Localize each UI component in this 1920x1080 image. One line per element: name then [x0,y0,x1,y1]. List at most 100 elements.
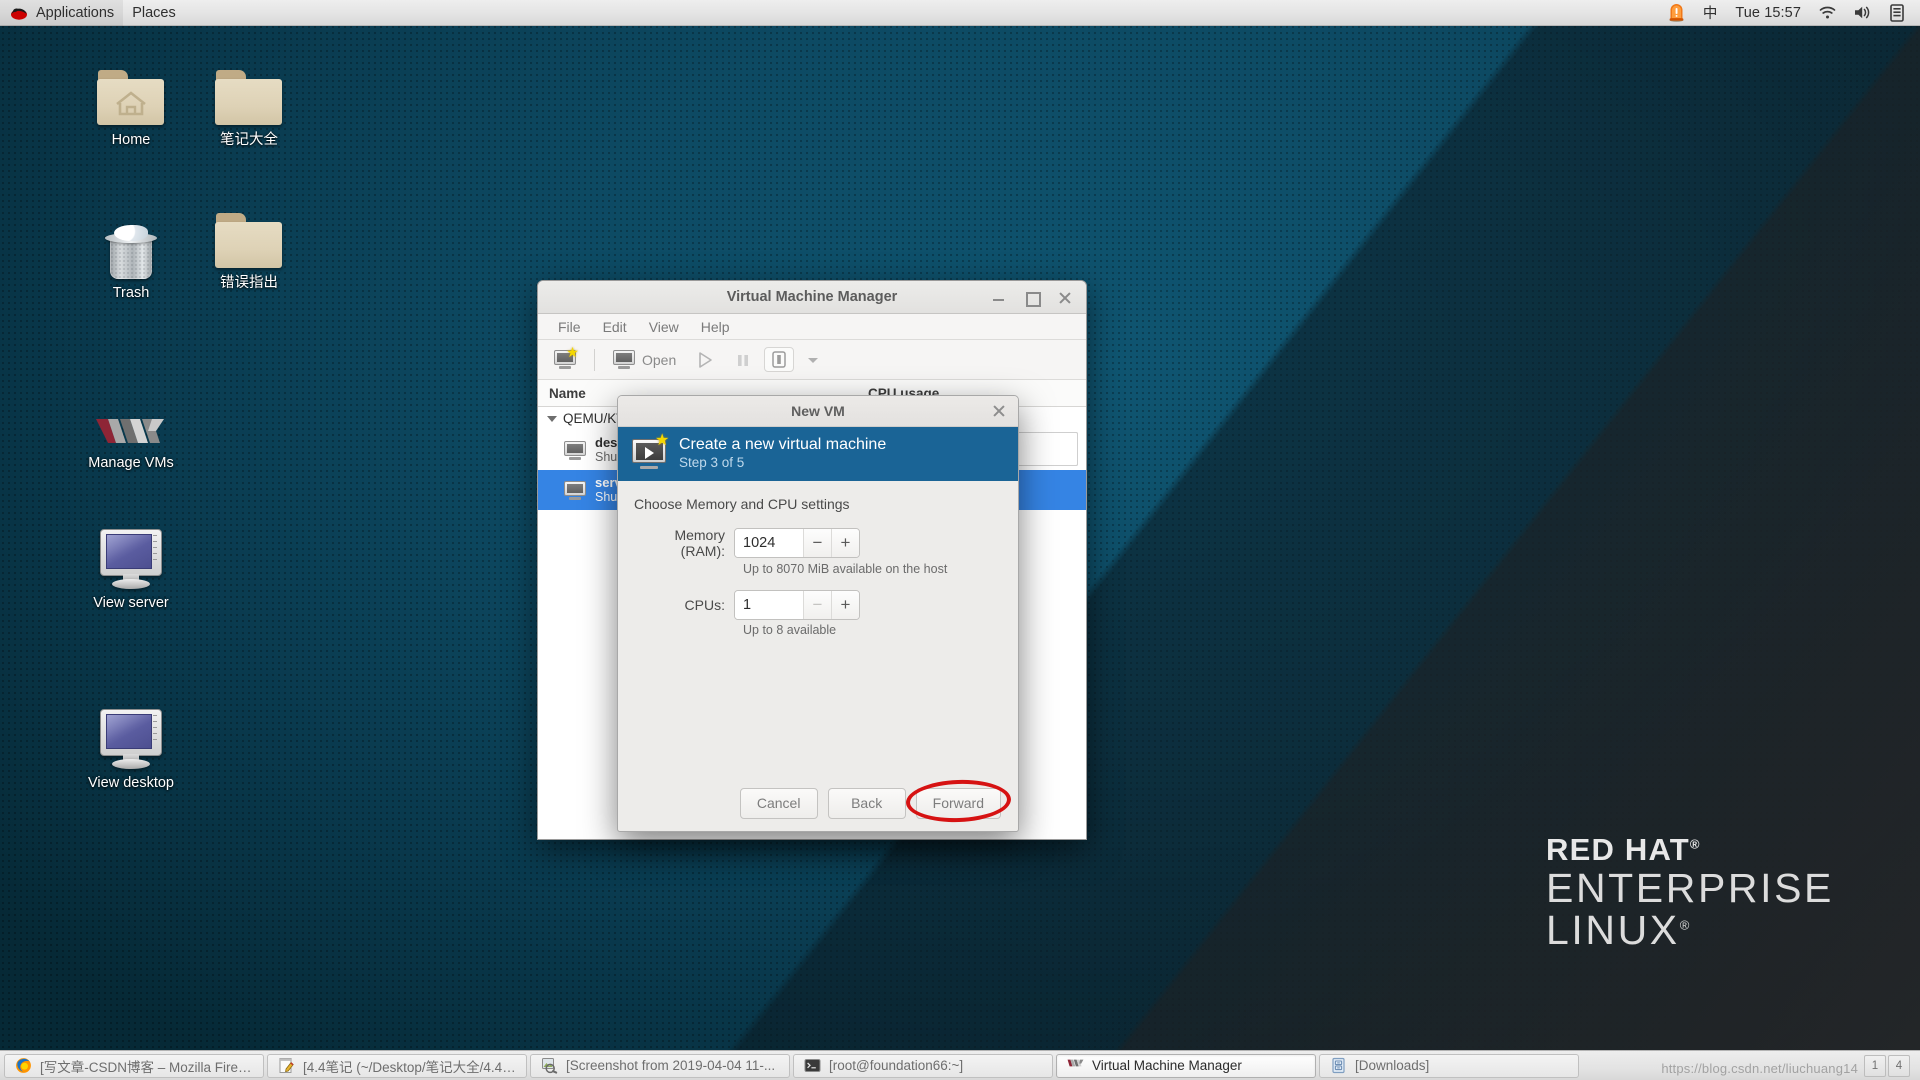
memory-decrement-button[interactable]: − [803,529,831,557]
wifi-icon [1819,6,1836,19]
new-vm-button[interactable]: ★ [546,344,584,373]
star-badge-icon: ★ [566,344,579,360]
cancel-button[interactable]: Cancel [739,787,818,819]
desktop-icon-view-desktop[interactable]: View desktop [72,705,190,792]
memory-stepper[interactable]: − + [734,528,860,558]
new-vm-titlebar[interactable]: New VM [618,396,1018,427]
desktop-icon-manage-vms[interactable]: Manage VMs [72,385,190,472]
brand-line-1: RED HAT [1546,832,1690,868]
taskbar-item-virtual-machine-manager[interactable]: Virtual Machine Manager [1056,1053,1316,1078]
home-folder-icon [94,62,168,126]
minimize-icon[interactable] [991,290,1006,305]
forward-button[interactable]: Forward [915,787,1001,819]
cpus-input[interactable] [735,591,803,619]
alert-siren-indicator[interactable] [1660,0,1693,26]
workspace-button-4[interactable]: 4 [1888,1054,1910,1077]
toolbar-dropdown-button[interactable] [798,349,828,371]
applications-label: Applications [36,4,115,21]
chevron-down-icon[interactable] [547,415,557,422]
run-vm-button[interactable] [688,347,722,373]
new-vm-banner: ★ Create a new virtual machine Step 3 of… [618,427,1018,481]
shutdown-vm-button[interactable] [764,347,795,372]
cpus-stepper[interactable]: − + [734,590,860,620]
taskbar-item-firefox[interactable]: [写文章-CSDN博客 – Mozilla Firefox] [4,1053,264,1078]
vmm-menubar[interactable]: File Edit View Help [538,314,1086,340]
menu-help[interactable]: Help [690,317,741,337]
open-vm-button[interactable]: Open [605,346,684,373]
taskbar-item-downloads[interactable]: [Downloads] [1319,1053,1579,1078]
applications-menu[interactable]: Applications [0,0,124,26]
maximize-icon[interactable] [1024,290,1041,307]
places-label: Places [132,4,176,21]
network-indicator[interactable] [1811,0,1844,26]
terminal-icon [804,1057,821,1074]
memory-increment-button[interactable]: + [831,529,859,557]
cpus-field-row[interactable]: CPUs: − + [634,590,1002,620]
brand-line-2: ENTERPRISE [1546,865,1834,912]
desktop-icon-label: Trash [112,285,150,301]
monitor-icon [613,350,635,369]
clock-label: Tue 15:57 [1735,4,1801,21]
brand-trademark-1: ® [1689,837,1701,853]
places-menu[interactable]: Places [123,0,185,26]
close-icon[interactable] [992,404,1006,418]
memory-hint: Up to 8070 MiB available on the host [743,562,948,576]
taskbar-item-label: [4.4笔记 (~/Desktop/笔记大全/4.4) ... [303,1059,516,1075]
pause-icon [738,354,749,366]
house-glyph-icon [115,91,146,116]
volume-indicator[interactable] [1846,0,1880,26]
desktop-icon-notes-folder[interactable]: 笔记大全 [190,62,308,149]
menu-view[interactable]: View [638,317,690,337]
back-button[interactable]: Back [827,787,906,819]
workspace-switcher[interactable]: 1 4 [1864,1054,1916,1077]
monitor-icon [94,705,168,769]
text-editor-icon [278,1057,295,1074]
memory-label: Memory (RAM): [674,527,725,559]
shutdown-icon [772,351,786,368]
battery-indicator[interactable] [1882,0,1912,26]
close-icon[interactable] [1057,290,1072,305]
desktop-icon-view-server[interactable]: View server [72,525,190,612]
input-method-label: 中 [1702,6,1718,22]
panel-status-area[interactable]: 中 Tue 15:57 [1660,0,1920,26]
desktop[interactable]: RED HAT® ENTERPRISE LINUX® Home 笔记大全 Tra… [0,0,1920,1080]
vmm-titlebar[interactable]: Virtual Machine Manager [538,281,1086,314]
menu-file[interactable]: File [547,317,592,337]
trash-icon [94,215,168,279]
cpus-decrement-button[interactable]: − [803,591,831,619]
desktop-icon-home[interactable]: Home [72,62,190,149]
new-vm-dialog[interactable]: New VM ★ Create a new virtual machine St… [617,395,1019,832]
image-viewer-icon [541,1057,558,1074]
memory-input[interactable] [735,529,803,557]
pause-vm-button[interactable] [726,347,760,373]
monitor-icon [564,440,586,460]
monitor-icon [564,480,586,500]
window-controls[interactable] [991,290,1086,307]
taskbar-item-image-viewer[interactable]: [Screenshot from 2019-04-04 11-... [530,1053,790,1078]
top-panel[interactable]: Applications Places 中 Tue 15:57 [0,0,1920,26]
new-vm-form[interactable]: Choose Memory and CPU settings Memory (R… [618,481,1018,775]
taskbar-item-terminal[interactable]: [root@foundation66:~] [793,1053,1053,1078]
new-vm-footer[interactable]: Cancel Back Forward [618,775,1018,831]
create-vm-icon: ★ [632,433,669,469]
redhat-logo-icon [11,8,27,20]
desktop-icon-trash[interactable]: Trash [72,215,190,302]
desktop-icon-errors-folder[interactable]: 错误指出 [190,205,308,292]
desktop-icon-label: Home [111,132,151,148]
workspace-button-1[interactable]: 1 [1864,1054,1886,1077]
desktop-icon-label: 笔记大全 [220,132,278,148]
desktop-icon-label: Manage VMs [88,455,174,471]
input-method-indicator[interactable]: 中 [1695,0,1726,26]
clock[interactable]: Tue 15:57 [1727,0,1809,26]
memory-field-row[interactable]: Memory (RAM): − + [634,527,1002,559]
vmm-toolbar[interactable]: ★ Open [538,340,1086,380]
cpus-increment-button[interactable]: + [831,591,859,619]
taskbar-item-label: [Downloads] [1355,1058,1430,1073]
star-badge-icon: ★ [655,432,670,449]
brand-line-3: LINUX [1546,907,1680,954]
volume-icon [1855,6,1870,19]
taskbar-item-text-editor[interactable]: [4.4笔记 (~/Desktop/笔记大全/4.4) ... [267,1053,527,1078]
folder-icon [212,205,286,269]
taskbar[interactable]: [写文章-CSDN博客 – Mozilla Firefox] [4.4笔记 (~… [0,1050,1920,1080]
menu-edit[interactable]: Edit [592,317,638,337]
